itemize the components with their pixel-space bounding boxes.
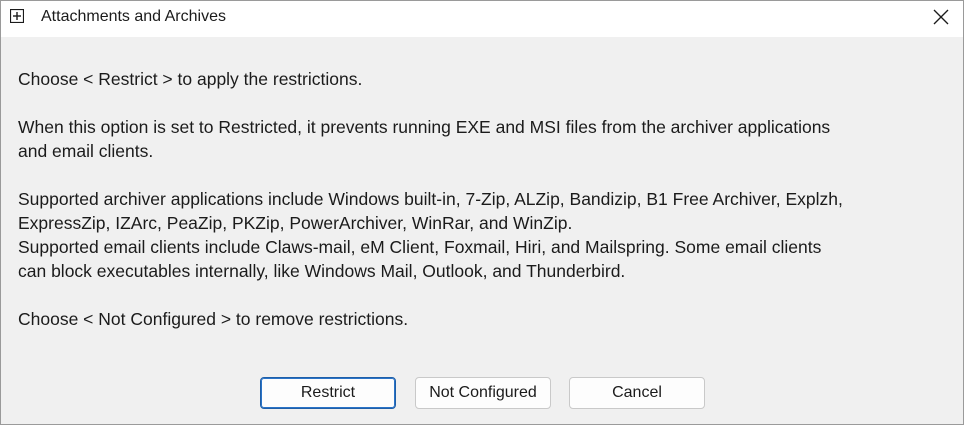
close-button[interactable] [917,1,963,33]
message-line: Choose < Not Configured > to remove rest… [18,309,409,329]
dialog-window: Attachments and Archives Choose < Restri… [0,0,964,425]
message-line: and email clients. [18,141,154,161]
plus-box-icon [9,8,25,24]
not-configured-button[interactable]: Not Configured [415,377,551,409]
message-line: Supported email clients include Claws-ma… [18,237,822,257]
close-icon [933,9,949,25]
message-line: Supported archiver applications include … [18,189,843,209]
message-line: Choose < Restrict > to apply the restric… [18,69,363,89]
message-line: can block executables internally, like W… [18,261,626,281]
restrict-button[interactable]: Restrict [260,377,396,409]
message-line: When this option is set to Restricted, i… [18,117,831,137]
window-title: Attachments and Archives [41,8,226,25]
cancel-button[interactable]: Cancel [569,377,705,409]
title-bar: Attachments and Archives [1,1,963,37]
message-line: ExpressZip, IZArc, PeaZip, PKZip, PowerA… [18,213,573,233]
dialog-message: Choose < Restrict > to apply the restric… [18,67,948,331]
